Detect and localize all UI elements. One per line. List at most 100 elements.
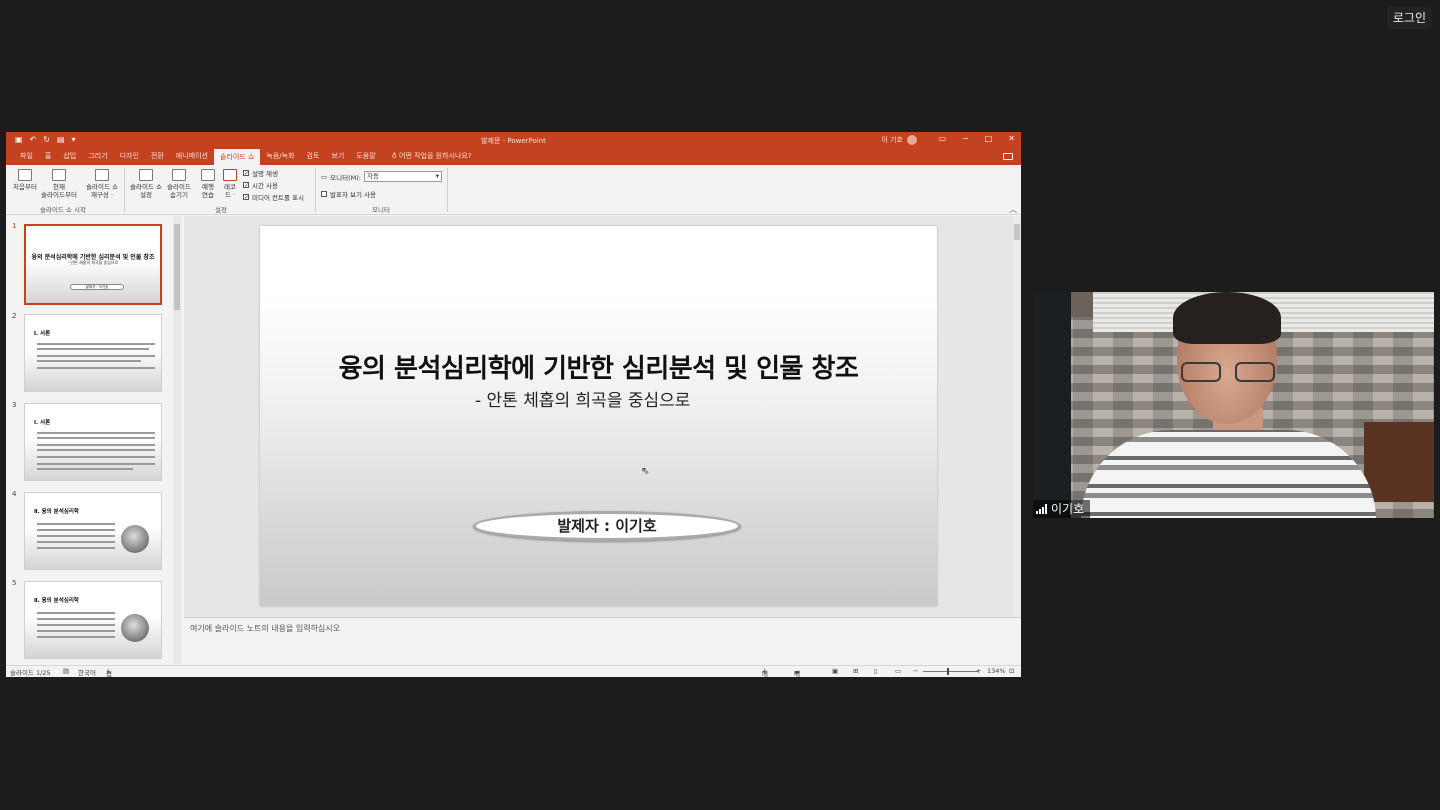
slide-thumbnail[interactable]: Ⅰ. 서론 bbox=[24, 403, 162, 481]
slide-thumbnail[interactable]: 융의 분석심리학에 기반한 심리분석 및 인물 창조 - 안톤 체홉의 희곡을 … bbox=[24, 224, 162, 305]
fit-to-window-icon[interactable]: ⊡ bbox=[1009, 667, 1014, 675]
person-hair bbox=[1173, 292, 1281, 344]
text-line bbox=[37, 529, 115, 531]
group-divider bbox=[124, 168, 125, 212]
media-controls-checkbox[interactable]: ✓ 미디어 컨트롤 표시 bbox=[243, 192, 304, 202]
text-line bbox=[37, 456, 155, 458]
rehearse-timings-button[interactable]: 예행 연습 bbox=[198, 169, 218, 199]
text-line bbox=[37, 541, 115, 543]
tab-review[interactable]: 검토 bbox=[301, 151, 326, 165]
notes-pane[interactable]: 여기에 슬라이드 노트의 내용을 입력하십시오 bbox=[184, 617, 1021, 665]
current-slide[interactable]: 융의 분석심리학에 기반한 심리분석 및 인물 창조 - 안톤 체홉의 희곡을 … bbox=[260, 226, 937, 606]
monitor-label-wrap: ▭ 모니터(M): bbox=[321, 172, 361, 182]
maximize-icon[interactable]: □ bbox=[985, 134, 993, 143]
checkbox-checked-icon: ✓ bbox=[243, 194, 250, 201]
close-icon[interactable]: ✕ bbox=[1008, 134, 1015, 143]
scrollbar-thumb[interactable] bbox=[1014, 224, 1020, 240]
record-icon bbox=[223, 169, 237, 181]
text-line bbox=[37, 618, 115, 620]
tab-slideshow[interactable]: 슬라이드 쇼 bbox=[213, 149, 261, 165]
tab-view[interactable]: 보기 bbox=[325, 151, 350, 165]
collapse-ribbon-icon[interactable]: ︿ bbox=[1009, 204, 1017, 215]
text-line bbox=[37, 367, 155, 369]
group-divider bbox=[315, 168, 316, 212]
document-title: 발제문 - PowerPoint bbox=[481, 137, 546, 145]
play-from-start-icon bbox=[18, 169, 32, 181]
ribbon-display-icon[interactable]: ▭ bbox=[938, 134, 946, 143]
zoom-out-icon[interactable]: − bbox=[913, 667, 918, 675]
from-current-button[interactable]: 현재 슬라이드부터 bbox=[39, 169, 79, 199]
signal-strength-icon bbox=[1036, 504, 1047, 514]
login-button[interactable]: 로그인 bbox=[1386, 7, 1432, 29]
monitor-select[interactable]: 자동 ▾ bbox=[364, 171, 442, 182]
use-timings-checkbox[interactable]: ✓ 시간 사용 bbox=[243, 180, 278, 190]
person-glasses bbox=[1181, 362, 1275, 384]
tab-home[interactable]: 홈 bbox=[39, 151, 57, 165]
slide-subtitle[interactable]: - 안톤 체홉의 희곡을 중심으로 bbox=[475, 386, 690, 411]
slide-edit-area: 융의 분석심리학에 기반한 심리분석 및 인물 창조 - 안톤 체홉의 희곡을 … bbox=[184, 216, 1021, 617]
reading-view-icon[interactable]: ▯ bbox=[874, 667, 878, 675]
rehearse-icon bbox=[201, 169, 215, 181]
tab-design[interactable]: 디자인 bbox=[114, 151, 145, 165]
zoom-in-icon[interactable]: + bbox=[976, 667, 981, 675]
from-beginning-button[interactable]: 처음부터 bbox=[10, 169, 40, 191]
zoom-level[interactable]: 134% bbox=[987, 667, 1006, 675]
chevron-down-icon: ▾ bbox=[435, 172, 439, 180]
group-label-setup: 설정 bbox=[215, 206, 227, 214]
slide-title[interactable]: 융의 분석심리학에 기반한 심리분석 및 인물 창조 bbox=[260, 348, 937, 385]
scrollbar-thumb[interactable] bbox=[174, 224, 180, 310]
minimize-icon[interactable]: − bbox=[962, 134, 969, 143]
presenter-view-label: 발표자 보기 사용 bbox=[330, 191, 376, 199]
setup-label-1: 슬라이드 쇼 bbox=[130, 183, 162, 191]
tab-animations[interactable]: 애니메이션 bbox=[170, 151, 214, 165]
tab-file[interactable]: 파일 bbox=[14, 151, 39, 165]
notes-placeholder: 여기에 슬라이드 노트의 내용을 입력하십시오 bbox=[190, 624, 341, 633]
monitor-value: 자동 bbox=[367, 172, 379, 180]
tab-draw[interactable]: 그리기 bbox=[82, 151, 113, 165]
slide-sorter-icon[interactable]: ⊞ bbox=[853, 667, 858, 675]
slide-thumbnail[interactable]: Ⅱ. 융의 분석심리학 bbox=[24, 492, 162, 570]
participant-video[interactable]: 이기호 bbox=[1033, 292, 1434, 518]
setup-show-icon bbox=[139, 169, 153, 181]
thumb-presenter: 발제자 : 이기호 bbox=[70, 284, 124, 290]
language-indicator[interactable]: 한국어 bbox=[78, 667, 96, 677]
presenter-view-checkbox[interactable]: 발표자 보기 사용 bbox=[321, 189, 376, 199]
slide-scrollbar[interactable] bbox=[1013, 216, 1021, 617]
zoom-slider[interactable] bbox=[923, 671, 979, 672]
person-shirt bbox=[1081, 430, 1376, 518]
thumb-number: 5 bbox=[12, 579, 17, 587]
text-line bbox=[37, 612, 115, 614]
spell-check-icon[interactable]: ▤ bbox=[63, 667, 69, 675]
tab-transitions[interactable]: 전환 bbox=[145, 151, 170, 165]
mouse-cursor-icon: ⇖ bbox=[641, 466, 650, 477]
record-button[interactable]: 레코 드 · bbox=[220, 169, 240, 199]
play-from-current-icon bbox=[52, 169, 66, 181]
presenter-label[interactable]: 발제자 : 이기호 bbox=[473, 511, 741, 541]
slide-thumbnail[interactable]: Ⅱ. 융의 분석심리학 bbox=[24, 581, 162, 659]
slide-thumbnail[interactable]: Ⅰ. 서론 bbox=[24, 314, 162, 392]
setup-show-button[interactable]: 슬라이드 쇼 설정 bbox=[127, 169, 165, 199]
tell-me-search[interactable]: ♁ 어떤 작업을 원하시나요? bbox=[382, 151, 478, 165]
tab-record[interactable]: 녹음/녹화 bbox=[260, 151, 300, 165]
zoom-slider-knob[interactable] bbox=[947, 668, 949, 675]
account[interactable]: 이 기호 bbox=[881, 135, 917, 145]
text-line bbox=[37, 463, 155, 465]
play-narration-checkbox[interactable]: ✓ 설명 재생 bbox=[243, 168, 278, 178]
thumbnail-scrollbar[interactable] bbox=[173, 216, 181, 664]
text-line bbox=[37, 432, 155, 434]
tab-help[interactable]: 도움말 bbox=[350, 151, 381, 165]
tab-insert[interactable]: 삽입 bbox=[57, 151, 82, 165]
accessibility-label: 접근성: 조사 필요 bbox=[106, 670, 112, 677]
hide-slide-button[interactable]: 슬라이드 숨기기 bbox=[164, 169, 194, 199]
notes-toggle-label: 메모 bbox=[762, 670, 768, 677]
normal-view-icon[interactable]: ▣ bbox=[832, 667, 838, 675]
setup-label-2: 설정 bbox=[140, 191, 152, 199]
comments-icon[interactable] bbox=[1003, 153, 1013, 160]
participant-name-tag: 이기호 bbox=[1033, 500, 1091, 518]
powerpoint-window: ▣ ↶ ↻ ▤ ▾ 발제문 - PowerPoint 이 기호 ▭ − □ ✕ … bbox=[6, 132, 1021, 677]
record-label-1: 레코 bbox=[224, 183, 236, 191]
custom-show-button[interactable]: 슬라이드 쇼 재구성 · bbox=[82, 169, 122, 199]
text-line bbox=[37, 343, 155, 345]
slideshow-view-icon[interactable]: ▭ bbox=[895, 667, 901, 675]
text-line bbox=[37, 348, 149, 350]
